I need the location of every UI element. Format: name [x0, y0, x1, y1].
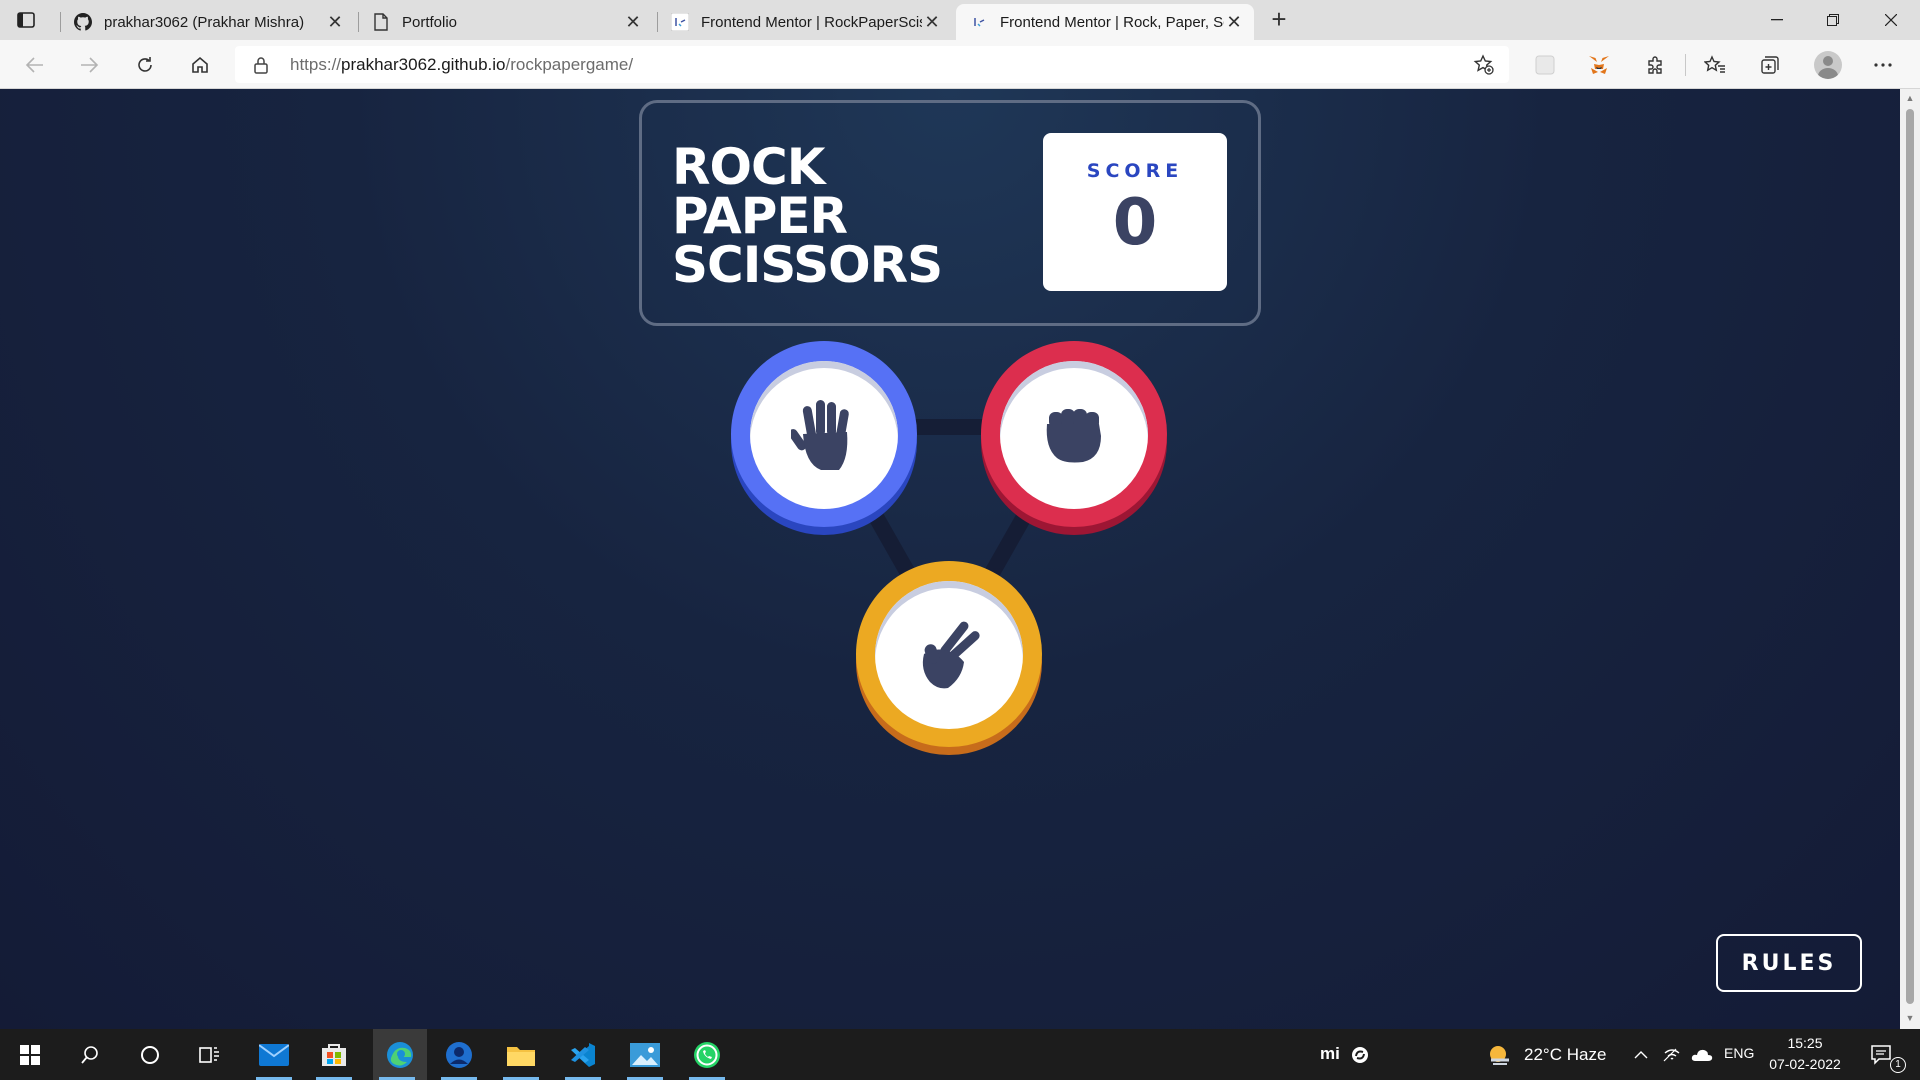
rock-choice-button[interactable]: [981, 341, 1167, 535]
address-bar[interactable]: https://prakhar3062.github.io/rockpaperg…: [235, 46, 1509, 83]
tab-actions-icon[interactable]: [14, 8, 38, 32]
add-favorite-icon[interactable]: [1473, 54, 1495, 76]
edge-browser-icon[interactable]: [373, 1029, 427, 1080]
scroll-down-icon[interactable]: ▼: [1905, 1013, 1915, 1023]
notification-count-badge: 1: [1890, 1057, 1906, 1073]
hand-paper-icon: [791, 400, 849, 470]
page-scrollbar[interactable]: ▲ ▼: [1900, 89, 1920, 1029]
mi-tray-label[interactable]: mi: [1320, 1044, 1340, 1064]
hand-scissors-icon: [922, 621, 980, 689]
browser-tab-portfolio[interactable]: Portfolio ✕: [358, 4, 653, 40]
rules-button[interactable]: RULES: [1716, 934, 1862, 992]
page-viewport: ROCK PAPER SCISSORS SCORE 0 RULES: [0, 89, 1900, 1029]
weather-icon[interactable]: [1480, 1029, 1520, 1080]
weather-text[interactable]: 22°C Haze: [1524, 1045, 1606, 1065]
minimize-icon[interactable]: [1750, 0, 1804, 40]
vscode-icon[interactable]: [559, 1029, 607, 1080]
url-text: https://prakhar3062.github.io/rockpaperg…: [290, 55, 634, 74]
page-icon: [372, 13, 390, 31]
clock-date: 07-02-2022: [1769, 1056, 1841, 1072]
browser-toolbar: https://prakhar3062.github.io/rockpaperg…: [0, 40, 1920, 89]
whatsapp-icon[interactable]: [683, 1029, 731, 1080]
task-view-icon[interactable]: [186, 1029, 234, 1080]
lock-icon[interactable]: [251, 55, 271, 75]
tab-title: Portfolio: [402, 13, 458, 31]
frontend-mentor-icon: [671, 13, 689, 31]
clock-time: 15:25: [1787, 1035, 1823, 1051]
file-explorer-icon[interactable]: [497, 1029, 545, 1080]
new-tab-button[interactable]: +: [1264, 4, 1294, 34]
frontend-mentor-icon: [970, 13, 988, 31]
rock-icon-container: [1000, 361, 1148, 509]
tab-title: prakhar3062 (Prakhar Mishra): [104, 13, 305, 31]
onedrive-icon[interactable]: [1682, 1029, 1722, 1080]
tab-close-icon[interactable]: ✕: [1224, 12, 1244, 32]
system-clock[interactable]: 15:25 07-02-2022: [1760, 1033, 1850, 1075]
back-icon[interactable]: [20, 50, 50, 80]
forward-icon[interactable]: [74, 50, 104, 80]
more-options-icon[interactable]: [1868, 50, 1898, 80]
language-indicator[interactable]: ENG: [1724, 1045, 1754, 1061]
cortana-icon[interactable]: [126, 1029, 174, 1080]
collections-icon[interactable]: [1755, 50, 1785, 80]
scissors-icon-container: [875, 581, 1023, 729]
favorites-icon[interactable]: [1700, 50, 1730, 80]
restore-icon[interactable]: [1806, 0, 1860, 40]
home-icon[interactable]: [185, 50, 215, 80]
scrollbar-thumb[interactable]: [1906, 109, 1914, 1004]
notification-center-icon[interactable]: 1: [1862, 1029, 1906, 1080]
browser-tab-frontend-mentor-active[interactable]: Frontend Mentor | Rock, Paper, Scissors …: [956, 4, 1254, 40]
metamask-icon[interactable]: [1584, 50, 1614, 80]
extensions-icon[interactable]: [1640, 50, 1670, 80]
photos-app-icon[interactable]: [621, 1029, 669, 1080]
sync-tray-icon[interactable]: [1340, 1029, 1380, 1080]
mail-app-icon[interactable]: [250, 1029, 298, 1080]
scroll-up-icon[interactable]: ▲: [1905, 93, 1915, 103]
search-icon[interactable]: [66, 1029, 114, 1080]
tab-close-icon[interactable]: ✕: [623, 12, 643, 32]
microsoft-store-icon[interactable]: [310, 1029, 358, 1080]
toolbar-divider: [1685, 54, 1686, 76]
paper-choice-button[interactable]: [731, 341, 917, 535]
triangle-background: [817, 419, 1083, 655]
paper-icon-container: [750, 361, 898, 509]
refresh-icon[interactable]: [130, 50, 160, 80]
close-window-icon[interactable]: [1864, 0, 1918, 40]
browser-tab-strip: prakhar3062 (Prakhar Mishra) ✕ Portfolio…: [0, 0, 1920, 40]
browser-tab-github[interactable]: prakhar3062 (Prakhar Mishra) ✕: [60, 4, 355, 40]
tab-close-icon[interactable]: ✕: [325, 12, 345, 32]
github-icon: [74, 13, 92, 31]
tab-title: Frontend Mentor | Rock, Paper, Scissors: [1000, 13, 1224, 31]
profile-app-icon[interactable]: [435, 1029, 483, 1080]
browser-tab-frontend-mentor-1[interactable]: Frontend Mentor | RockPaperScissors ✕: [657, 4, 952, 40]
hand-rock-icon: [1046, 409, 1101, 463]
tab-title: Frontend Mentor | RockPaperScissors: [701, 13, 922, 31]
tab-close-icon[interactable]: ✕: [922, 12, 942, 32]
profile-avatar[interactable]: [1814, 51, 1842, 79]
windows-start-icon[interactable]: [6, 1029, 54, 1080]
extension-placeholder-icon[interactable]: [1530, 50, 1560, 80]
scissors-choice-button[interactable]: [856, 561, 1042, 755]
windows-taskbar: mi 22°C Haze ENG 15:25 07-02-2022 1: [0, 1029, 1920, 1080]
